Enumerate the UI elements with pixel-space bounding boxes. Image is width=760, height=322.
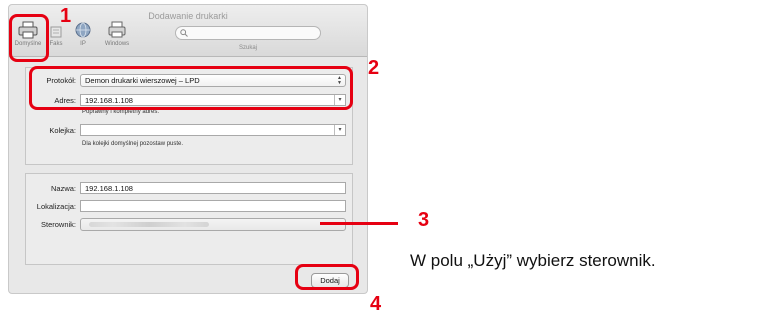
toolbar-item-label: Windows [104, 41, 130, 47]
windows-printer-icon [108, 21, 126, 38]
search-input[interactable] [175, 26, 321, 40]
driver-value-blurred [89, 222, 209, 227]
printer-info-panel: Nazwa: 192.168.1.108 Lokalizacja: Sterow… [25, 173, 353, 265]
name-field[interactable]: 192.168.1.108 [80, 182, 346, 194]
highlight-protocol-address [29, 66, 353, 110]
search-icon [180, 29, 188, 37]
globe-icon [75, 22, 91, 38]
instruction-caption: W polu „Użyj” wybierz sterownik. [410, 251, 656, 270]
driver-select[interactable] [80, 218, 346, 231]
step-number-2: 2 [368, 57, 380, 79]
toolbar-item-windows[interactable]: Windows [99, 21, 135, 55]
step-number-1: 1 [60, 5, 72, 27]
queue-hint: Dla kolejki domyślnej pozostaw puste. [82, 141, 184, 147]
toolbar-item-ip[interactable]: IP [71, 21, 95, 55]
chevron-down-icon[interactable]: ▾ [334, 125, 345, 135]
location-field[interactable] [80, 200, 346, 212]
toolbar-item-label: IP [80, 41, 86, 47]
add-printer-window: Dodawanie drukarki Domyślne Faks IP Wind… [8, 4, 368, 294]
step-number-4: 4 [370, 293, 382, 315]
name-label: Nazwa: [50, 184, 76, 193]
queue-label: Kolejka: [49, 126, 76, 135]
callout-line [320, 222, 398, 225]
search-label: Szukaj [238, 45, 257, 51]
queue-field[interactable]: ▾ [80, 124, 346, 136]
driver-label: Sterownik: [40, 220, 76, 229]
highlight-default-tab [9, 14, 49, 62]
highlight-add-button [295, 264, 359, 290]
name-value: 192.168.1.108 [85, 184, 133, 193]
step-number-3: 3 [418, 209, 430, 231]
location-label: Lokalizacja: [36, 202, 76, 211]
